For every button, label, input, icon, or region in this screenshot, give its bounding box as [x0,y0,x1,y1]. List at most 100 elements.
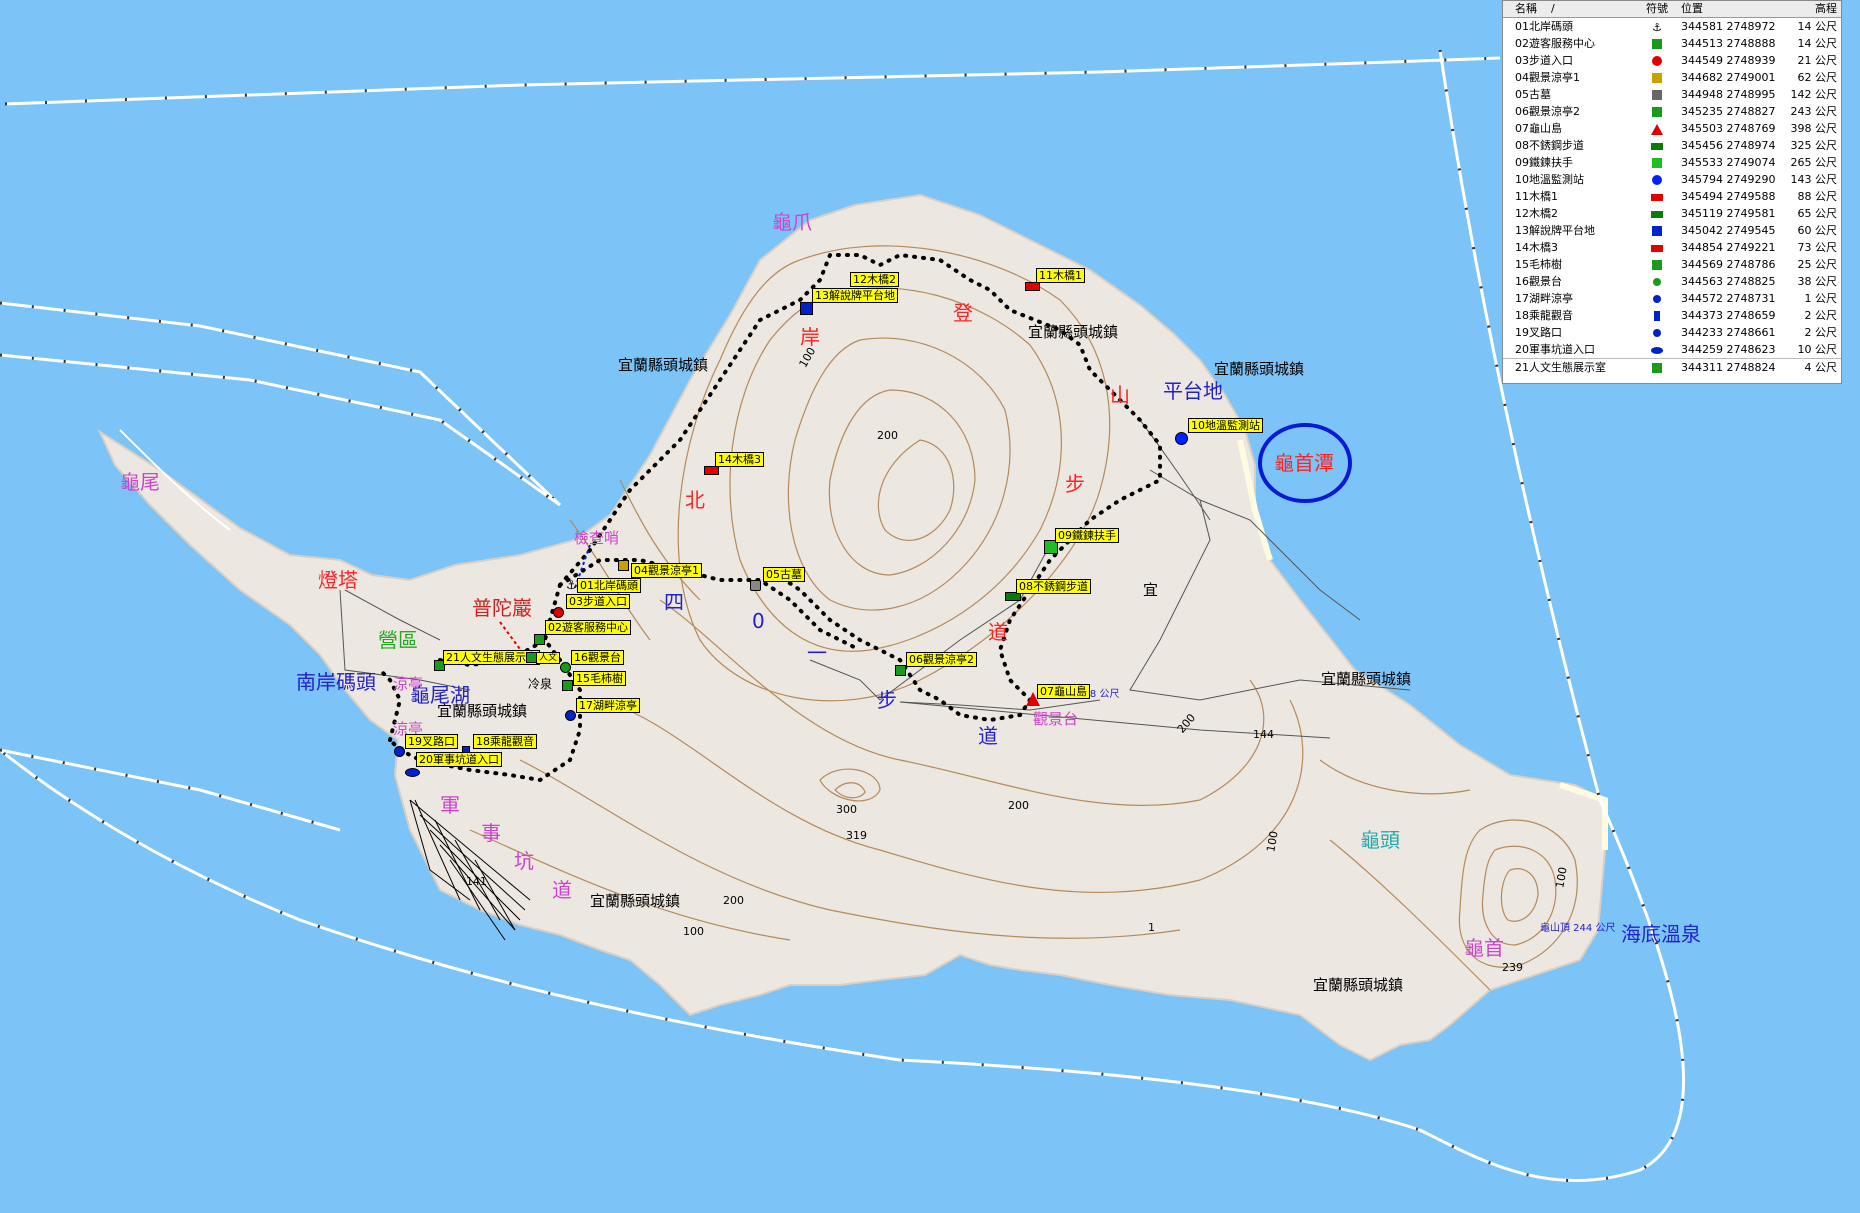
legend-row[interactable]: 01北岸碼頭 ⚓ 344581 2748972 14 公尺 [1503,18,1841,35]
legend-row[interactable]: 18乘龍觀音 344373 2748659 2 公尺 [1503,307,1841,324]
legend-row-name: 08不銹鋼步道 [1515,139,1584,152]
legend-row[interactable]: 11木橋1 345494 2749588 88 公尺 [1503,188,1841,205]
house-icon [1652,363,1662,373]
poi-marker-17[interactable] [565,710,576,721]
poi-marker-19[interactable] [394,746,405,757]
poi-marker-02[interactable] [534,634,545,645]
poi-label-15[interactable]: 15毛柿樹 [573,671,626,686]
poi-label-16[interactable]: 16觀景台 [571,650,624,665]
poi-marker-13[interactable] [800,302,813,315]
poi-marker-20[interactable] [405,768,420,777]
poi-label-20[interactable]: 20軍事坑道入口 [416,752,502,767]
legend-row[interactable]: 12木橋2 345119 2749581 65 公尺 [1503,205,1841,222]
label-haidi: 海底溫泉 [1621,922,1701,946]
legend-row[interactable]: 04觀景涼亭1 344682 2749001 62 公尺 [1503,69,1841,86]
legend-row-position: 344581 2748972 [1681,20,1776,33]
legend-row[interactable]: 08不銹鋼步道 345456 2748974 325 公尺 [1503,137,1841,154]
poi-marker-15[interactable] [562,680,573,691]
poi-label-08[interactable]: 08不銹鋼步道 [1016,579,1091,594]
legend-row[interactable]: 03步道入口 344549 2748939 21 公尺 [1503,52,1841,69]
legend-row-symbol [1633,69,1681,86]
sun-icon [1653,295,1661,303]
legend-row[interactable]: 14木橋3 344854 2749221 73 公尺 [1503,239,1841,256]
legend-row-elevation: 325 公尺 [1790,139,1838,152]
label-shan: 山 [1110,383,1130,407]
poi-label-11[interactable]: 11木橋1 [1036,268,1085,283]
legend-row-elevation: 21 公尺 [1797,54,1838,67]
poi-marker-10[interactable] [1175,432,1188,445]
legend-row-name: 06觀景涼亭2 [1515,105,1580,118]
legend-row-symbol [1633,86,1681,103]
legend-row-symbol [1633,35,1681,52]
legend-row-name: 05古墓 [1515,88,1551,101]
sun-icon [1653,329,1661,337]
legend-row-name: 21人文生態展示室 [1515,361,1606,374]
legend-row[interactable]: 06觀景涼亭2 345235 2748827 243 公尺 [1503,103,1841,120]
poi-marker-06[interactable] [895,665,906,676]
legend-row[interactable]: 17湖畔涼亭 344572 2748731 1 公尺 [1503,290,1841,307]
poi-label-09[interactable]: 09鐵鍊扶手 [1055,528,1119,543]
legend-row[interactable]: 09鐵鍊扶手 345533 2749074 265 公尺 [1503,154,1841,171]
legend-row-name: 07龜山島 [1515,122,1562,135]
rect-icon [1651,142,1663,150]
poi-label-10[interactable]: 10地溫監測站 [1188,418,1263,433]
legend-header-symbol[interactable]: 符號 [1633,1,1681,17]
legend-row-position: 344311 2748824 [1681,361,1776,374]
legend-row-position: 345042 2749545 [1681,224,1776,237]
legend-row[interactable]: 16觀景台 344563 2748825 38 公尺 [1503,273,1841,290]
legend-row-name: 01北岸碼頭 [1515,20,1573,33]
poi-marker-14[interactable] [704,466,719,475]
poi-label-19[interactable]: 19叉路口 [405,734,458,749]
legend-row[interactable]: 10地溫監測站 345794 2749290 143 公尺 [1503,171,1841,188]
legend-rows: 01北岸碼頭 ⚓ 344581 2748972 14 公尺 02遊客服務中心 344513… [1503,18,1841,376]
legend-row[interactable]: 19叉路口 344233 2748661 2 公尺 [1503,324,1841,341]
legend-row[interactable]: 02遊客服務中心 344513 2748888 14 公尺 [1503,35,1841,52]
poi-label-05[interactable]: 05古墓 [763,567,805,582]
legend-row[interactable]: 05古墓 344948 2748995 142 公尺 [1503,86,1841,103]
poi-marker-11[interactable] [1025,282,1040,291]
poi-label-18[interactable]: 18乘龍觀音 [473,734,537,749]
label-guitou: 龜頭 [1360,828,1400,852]
poi-label-12[interactable]: 12木橋2 [850,272,899,287]
label-bu1: 步 [1065,472,1085,496]
legend-row[interactable]: 13解說牌平台地 345042 2749545 60 公尺 [1503,222,1841,239]
legend-row[interactable]: 07龜山島 345503 2748769 398 公尺 [1503,120,1841,137]
house-icon [1652,107,1662,117]
elev-300: 300 [836,803,857,816]
poi-label-21b[interactable]: 人文 [536,652,561,664]
poi-label-07[interactable]: 07龜山島 [1037,684,1090,699]
poi-marker-05[interactable] [750,580,761,591]
poi-marker-04[interactable] [618,560,629,571]
legend-row-symbol [1633,137,1681,154]
legend-row-symbol [1633,341,1681,358]
legend-row[interactable]: 15毛柿樹 344569 2748786 25 公尺 [1503,256,1841,273]
poi-marker-01[interactable]: ⚓ [566,579,577,591]
legend-header-elevation[interactable]: 高程 [1783,1,1841,17]
legend-header-name[interactable]: 名稱 / [1503,1,1633,17]
legend-row[interactable]: 21人文生態展示室 344311 2748824 4 公尺 [1503,358,1841,376]
legend-row-position: 345794 2749290 [1681,173,1776,186]
legend-row[interactable]: 20軍事坑道入口 344259 2748623 10 公尺 [1503,341,1841,358]
legend-row-elevation: 398 公尺 [1790,122,1838,135]
label-bu2: 步 [877,688,897,712]
label-toucheng-2: 宜蘭縣頭城鎮 [1028,323,1119,341]
label-guishoutan: 龜首潭 [1274,451,1334,475]
triangle-icon [1651,123,1663,135]
legend-row-symbol [1633,256,1681,273]
poi-label-04[interactable]: 04觀景涼亭1 [631,563,702,578]
poi-label-01[interactable]: 01北岸碼頭 [577,578,641,593]
poi-label-03[interactable]: 03步道入口 [566,594,630,609]
poi-label-02[interactable]: 02遊客服務中心 [545,620,631,635]
poi-label-17[interactable]: 17湖畔涼亭 [576,698,640,713]
label-toucheng-6: 宜蘭縣頭城鎮 [590,892,681,910]
poi-label-06[interactable]: 06觀景涼亭2 [906,652,977,667]
label-guizhua: 龜爪 [772,210,812,234]
poi-marker-03[interactable] [553,607,564,618]
poi-label-14[interactable]: 14木橋3 [715,452,764,467]
legend-header-position[interactable]: 位置 [1681,1,1783,17]
label-dengta: 燈塔 [318,568,358,592]
legend-row-name: 12木橋2 [1515,207,1558,220]
poi-marker-16[interactable] [560,662,571,673]
label-lengquan: 冷泉 [528,677,553,691]
poi-label-13[interactable]: 13解說牌平台地 [812,288,898,303]
